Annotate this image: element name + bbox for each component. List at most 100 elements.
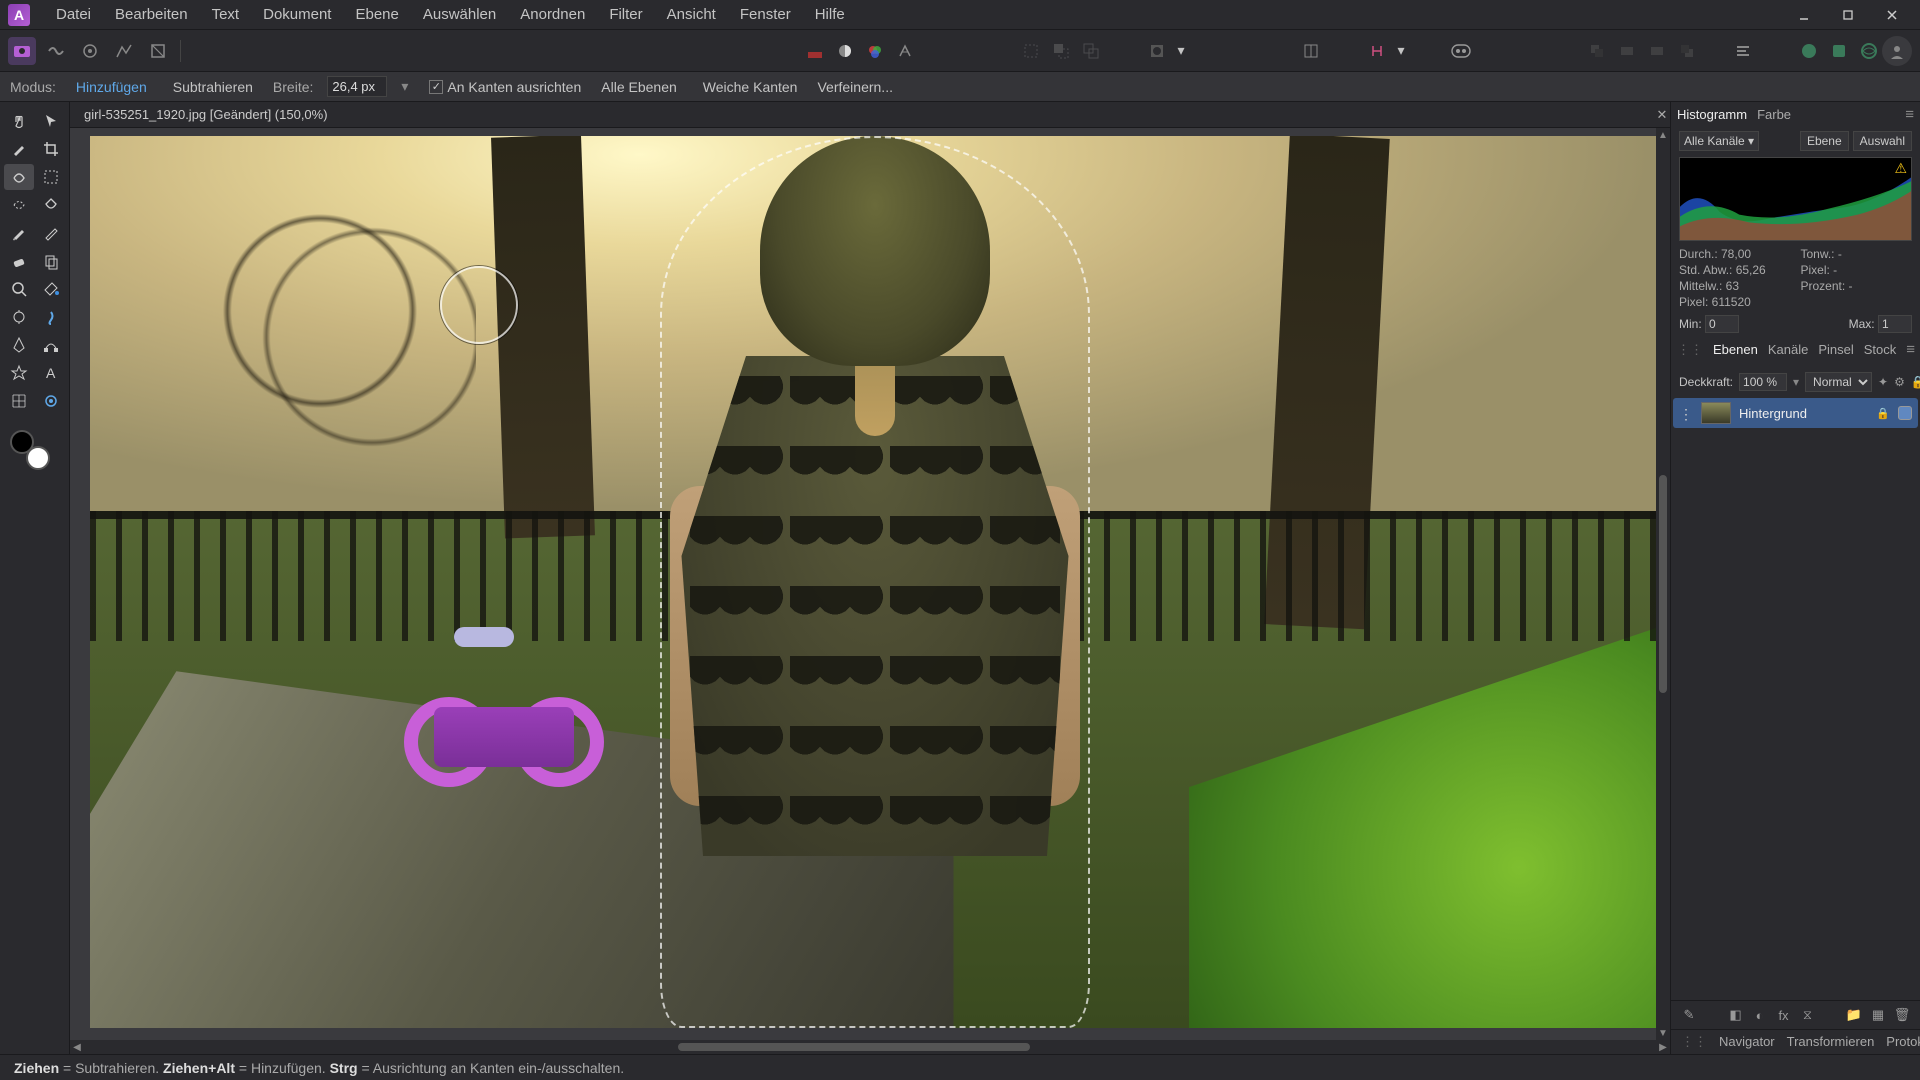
arrange-forward-button[interactable] bbox=[1644, 38, 1670, 64]
quickmask-button[interactable] bbox=[1144, 38, 1170, 64]
vertical-scrollbar[interactable]: ▲ ▼ bbox=[1656, 128, 1670, 1040]
arrange-back-button[interactable] bbox=[1584, 38, 1610, 64]
layers-tab[interactable]: Ebenen bbox=[1713, 342, 1758, 357]
flood-select-tool[interactable] bbox=[36, 192, 66, 218]
color-picker-tool[interactable] bbox=[4, 136, 34, 162]
mesh-warp-tool[interactable] bbox=[4, 388, 34, 414]
stock-button-2[interactable] bbox=[1826, 38, 1852, 64]
text-tool[interactable]: A bbox=[36, 360, 66, 386]
persona-liquify-button[interactable] bbox=[42, 37, 70, 65]
menu-view[interactable]: Ansicht bbox=[655, 2, 728, 27]
panel-grip-icon[interactable]: ⋮⋮ bbox=[1677, 342, 1703, 358]
scroll-up-arrow[interactable]: ▲ bbox=[1656, 128, 1670, 142]
menu-select[interactable]: Auswählen bbox=[411, 2, 508, 27]
layer-lock-button[interactable]: 🔒 bbox=[1911, 373, 1920, 391]
opacity-dropdown-arrow[interactable]: ▾ bbox=[1793, 375, 1799, 389]
histogram-selection-button[interactable]: Auswahl bbox=[1853, 131, 1912, 151]
histogram-panel-menu-icon[interactable]: ≡ bbox=[1905, 106, 1914, 123]
auto-levels-button[interactable] bbox=[802, 38, 828, 64]
window-close-button[interactable] bbox=[1872, 2, 1912, 28]
stock-button-3[interactable] bbox=[1856, 38, 1882, 64]
opacity-input[interactable] bbox=[1739, 373, 1787, 391]
horizontal-scroll-thumb[interactable] bbox=[678, 1043, 1030, 1051]
live-filter-button[interactable]: ⧖ bbox=[1798, 1005, 1818, 1025]
assistant-button[interactable] bbox=[1448, 38, 1474, 64]
arrange-front-button[interactable] bbox=[1674, 38, 1700, 64]
hand-tool[interactable] bbox=[4, 108, 34, 134]
persona-develop-button[interactable] bbox=[76, 37, 104, 65]
move-tool[interactable] bbox=[36, 108, 66, 134]
layer-item-background[interactable]: ⋮ Hintergrund 🔒 bbox=[1673, 398, 1918, 428]
histogram-tab[interactable]: Histogramm bbox=[1677, 107, 1747, 122]
menu-arrange[interactable]: Anordnen bbox=[508, 2, 597, 27]
auto-white-balance-button[interactable] bbox=[892, 38, 918, 64]
quickmask-dropdown[interactable]: ▾ bbox=[1174, 38, 1188, 64]
layer-name-label[interactable]: Hintergrund bbox=[1739, 406, 1868, 421]
transform-tab[interactable]: Transformieren bbox=[1787, 1034, 1875, 1050]
shape-star-tool[interactable] bbox=[4, 360, 34, 386]
stock-button-1[interactable] bbox=[1796, 38, 1822, 64]
stock-tab[interactable]: Stock bbox=[1864, 342, 1897, 357]
menu-document[interactable]: Dokument bbox=[251, 2, 343, 27]
erase-tool[interactable] bbox=[4, 248, 34, 274]
snapping-dropdown[interactable]: ▾ bbox=[1394, 38, 1408, 64]
menu-text[interactable]: Text bbox=[200, 2, 252, 27]
max-input[interactable] bbox=[1878, 315, 1912, 333]
vertical-scroll-thumb[interactable] bbox=[1659, 475, 1667, 694]
scroll-down-arrow[interactable]: ▼ bbox=[1656, 1026, 1670, 1040]
mode-subtract-toggle[interactable]: Subtrahieren bbox=[167, 77, 259, 97]
layer-visibility-icon[interactable]: ⋮ bbox=[1679, 406, 1693, 420]
mask-layer-button[interactable]: ◧ bbox=[1726, 1005, 1746, 1025]
auto-contrast-button[interactable] bbox=[832, 38, 858, 64]
pen-tool[interactable] bbox=[4, 332, 34, 358]
snap-edges-checkbox[interactable]: ✓An Kanten ausrichten bbox=[429, 79, 581, 95]
align-button[interactable] bbox=[1730, 38, 1756, 64]
smudge-tool[interactable] bbox=[36, 304, 66, 330]
pixel-tool[interactable] bbox=[36, 220, 66, 246]
crop-tool[interactable] bbox=[36, 136, 66, 162]
soft-edges-toggle[interactable]: Weiche Kanten bbox=[697, 77, 804, 97]
mode-add-toggle[interactable]: Hinzufügen bbox=[70, 77, 153, 97]
menu-filter[interactable]: Filter bbox=[597, 2, 654, 27]
foreground-color-swatch[interactable] bbox=[26, 446, 50, 470]
add-pixel-layer-button[interactable]: ▦ bbox=[1868, 1005, 1888, 1025]
arrange-backward-button[interactable] bbox=[1614, 38, 1640, 64]
freehand-select-tool[interactable] bbox=[4, 192, 34, 218]
layer-fx-button[interactable]: ✦ bbox=[1878, 373, 1888, 391]
scroll-left-arrow[interactable]: ◀ bbox=[70, 1040, 84, 1054]
persona-photo-button[interactable] bbox=[8, 37, 36, 65]
layer-visible-checkbox[interactable] bbox=[1898, 406, 1912, 420]
paint-brush-tool[interactable] bbox=[4, 220, 34, 246]
menu-window[interactable]: Fenster bbox=[728, 2, 803, 27]
min-input[interactable] bbox=[1705, 315, 1739, 333]
blend-mode-dropdown[interactable]: Normal bbox=[1805, 372, 1872, 392]
canvas-viewport[interactable]: ▲ ▼ bbox=[70, 128, 1670, 1040]
histogram-layer-button[interactable]: Ebene bbox=[1800, 131, 1849, 151]
document-tab-close[interactable]: ✕ bbox=[1654, 107, 1670, 123]
marquee-tool[interactable] bbox=[36, 164, 66, 190]
horizontal-scrollbar[interactable]: ◀ ▶ bbox=[70, 1040, 1670, 1054]
document-tab[interactable]: girl-535251_1920.jpg [Geändert] (150,0%) bbox=[76, 107, 336, 122]
sources-tool[interactable] bbox=[36, 388, 66, 414]
history-tab[interactable]: Protokoll bbox=[1886, 1034, 1920, 1050]
color-swatches[interactable] bbox=[10, 430, 50, 470]
auto-colors-button[interactable] bbox=[862, 38, 888, 64]
brushes-tab[interactable]: Pinsel bbox=[1818, 342, 1853, 357]
all-layers-toggle[interactable]: Alle Ebenen bbox=[595, 77, 683, 97]
crop-ratio-button[interactable] bbox=[1298, 38, 1324, 64]
clone-tool[interactable] bbox=[36, 248, 66, 274]
persona-tonemap-button[interactable] bbox=[110, 37, 138, 65]
account-button[interactable] bbox=[1882, 36, 1912, 66]
group-layer-button[interactable]: 📁 bbox=[1844, 1005, 1864, 1025]
menu-file[interactable]: Datei bbox=[44, 2, 103, 27]
delete-layer-button[interactable]: 🗑 bbox=[1892, 1005, 1912, 1025]
select-add-button[interactable] bbox=[1048, 38, 1074, 64]
width-input[interactable] bbox=[327, 76, 387, 97]
fx-layer-button[interactable]: fx bbox=[1774, 1005, 1794, 1025]
layer-settings-button[interactable]: ⚙ bbox=[1894, 373, 1905, 391]
select-new-button[interactable] bbox=[1018, 38, 1044, 64]
clipping-warning-icon[interactable]: ⚠ bbox=[1894, 160, 1907, 177]
navigator-tab[interactable]: Navigator bbox=[1719, 1034, 1775, 1050]
window-maximize-button[interactable] bbox=[1828, 2, 1868, 28]
snapping-toggle-button[interactable] bbox=[1364, 38, 1390, 64]
